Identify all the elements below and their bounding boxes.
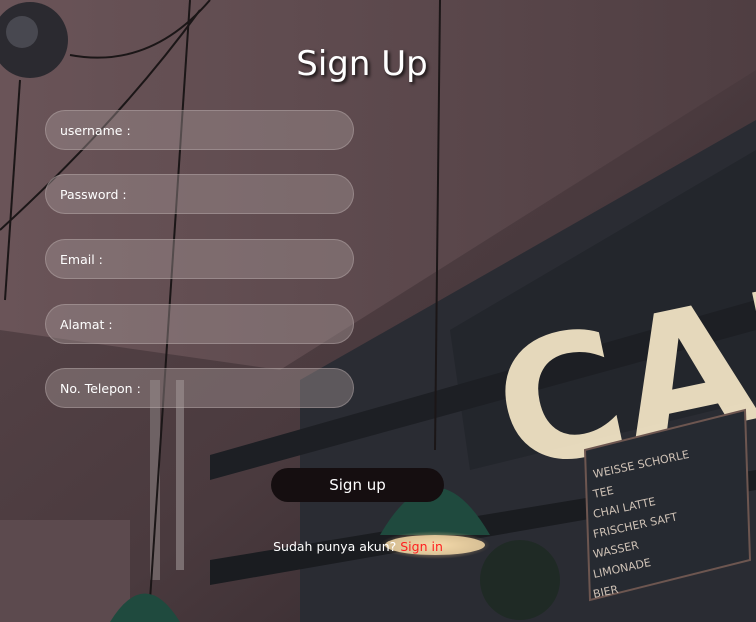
page-title: Sign Up [296,44,428,84]
signup-button[interactable]: Sign up [271,468,444,502]
signin-link[interactable]: Sign in [400,539,443,554]
address-label: Alamat : [60,316,113,332]
password-field[interactable]: Password : [45,174,354,214]
email-label: Email : [60,251,103,267]
signin-prompt-line: Sudah punya akun? Sign in [0,539,716,554]
email-input[interactable] [108,251,341,267]
email-field[interactable]: Email : [45,239,354,279]
signin-prompt-text: Sudah punya akun? [273,539,397,554]
phone-field[interactable]: No. Telepon : [45,368,354,408]
address-field[interactable]: Alamat : [45,304,354,344]
phone-label: No. Telepon : [60,380,141,396]
phone-input[interactable] [146,380,341,396]
password-label: Password : [60,186,127,202]
username-input[interactable] [136,122,341,138]
password-input[interactable] [132,186,341,202]
username-field[interactable]: username : [45,110,354,150]
username-label: username : [60,122,131,138]
address-input[interactable] [118,316,341,332]
